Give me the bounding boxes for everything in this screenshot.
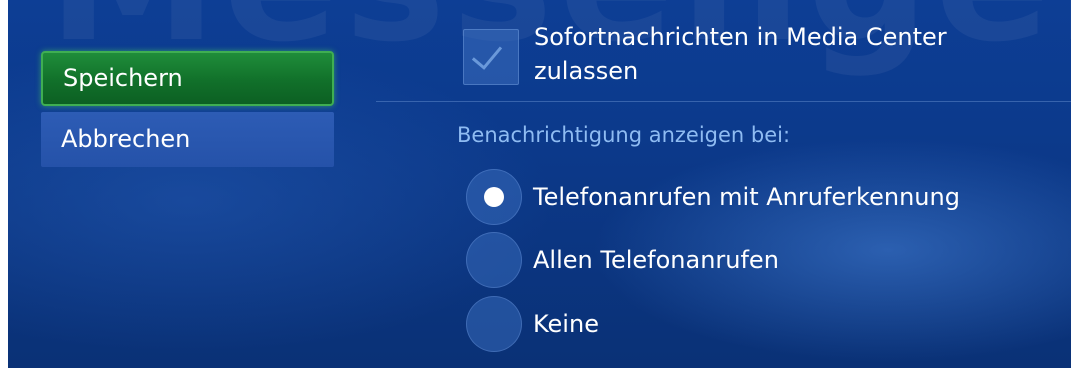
radio-label[interactable]: Telefonanrufen mit Anruferkennung <box>533 169 960 225</box>
divider <box>376 101 1071 102</box>
notify-heading: Benachrichtigung anzeigen bei: <box>457 123 791 147</box>
cancel-button[interactable]: Abbrechen <box>41 112 334 167</box>
allow-im-checkbox[interactable] <box>463 29 519 85</box>
radio-selected-dot-icon <box>484 187 504 207</box>
allow-im-label[interactable]: Sofortnachrichten in Media Center zulass… <box>534 20 1054 88</box>
radio-none[interactable]: Keine <box>466 296 1066 352</box>
media-center-screen: Messenger Speichern Abbrechen Sofortnach… <box>8 0 1071 368</box>
radio-caller-id[interactable]: Telefonanrufen mit Anruferkennung <box>466 169 1066 225</box>
radio-button[interactable] <box>466 169 522 225</box>
radio-button[interactable] <box>466 232 522 288</box>
radio-label[interactable]: Allen Telefonanrufen <box>533 232 779 288</box>
radio-label[interactable]: Keine <box>533 296 599 352</box>
save-button[interactable]: Speichern <box>41 51 334 106</box>
radio-all-calls[interactable]: Allen Telefonanrufen <box>466 232 1066 288</box>
checkmark-icon <box>471 38 503 70</box>
radio-button[interactable] <box>466 296 522 352</box>
